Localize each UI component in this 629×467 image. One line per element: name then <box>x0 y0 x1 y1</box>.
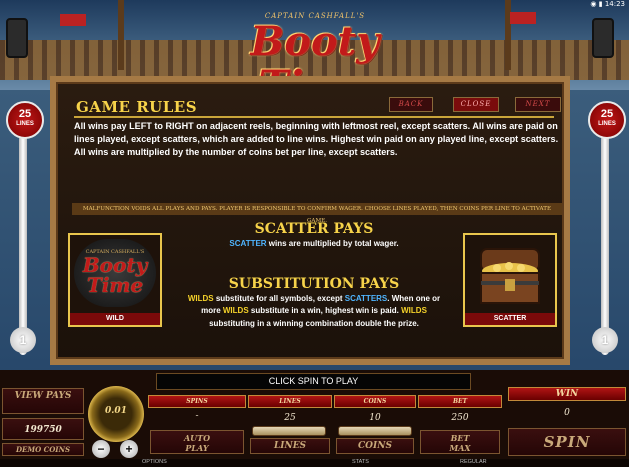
spins-value: - <box>195 411 199 421</box>
subst-text-3: substitute in a win, highest win is paid… <box>248 306 402 316</box>
wild-symbol-label: WILD <box>70 313 160 325</box>
bet-max-button[interactable]: BET MAX <box>420 430 500 454</box>
left-line-track <box>19 135 27 355</box>
left-mast <box>118 0 124 70</box>
footer-bar: OPTIONS STATS REGULAR <box>0 459 629 467</box>
scatter-symbol-card: SCATTER <box>463 233 557 327</box>
coins-slider[interactable] <box>338 426 412 436</box>
wilds-keyword-3: WILDS <box>401 306 427 316</box>
subst-text-4: substituting in a winning combination do… <box>209 318 419 328</box>
right-lantern <box>592 18 614 58</box>
demo-coins-label: DEMO COINS <box>2 443 84 456</box>
left-flag <box>60 14 86 26</box>
close-button[interactable]: CLOSE <box>453 97 499 112</box>
right-lines-count: 25 <box>600 108 614 120</box>
status-bar: ◉ ▮ 14:23 <box>590 0 625 8</box>
message-display: CLICK SPIN TO PLAY <box>156 373 471 390</box>
regular-link[interactable]: REGULAR <box>460 459 487 465</box>
wild-art-title: Booty Time <box>82 253 148 297</box>
coins-button[interactable]: COINS <box>336 438 414 454</box>
substitution-pays-text: WILDS substitute for all symbols, except… <box>184 293 444 330</box>
game-logo: CAPTAIN CASHFALL'S Booty Time <box>210 12 420 108</box>
options-link[interactable]: OPTIONS <box>142 459 167 465</box>
scatter-pays-heading: SCATTER PAYS <box>254 221 374 237</box>
coin-size-value: 0.01 <box>105 406 127 416</box>
wild-symbol-art: CAPTAIN CASHFALL'S Booty Time <box>74 239 156 307</box>
left-lantern <box>6 18 28 58</box>
scatter-pays-text: SCATTER wins are multiplied by total wag… <box>184 238 444 250</box>
status-icons: ◉ ▮ <box>590 0 605 8</box>
scatter-desc: wins are multiplied by total wager. <box>266 239 399 248</box>
next-button[interactable]: NEXT <box>515 97 561 112</box>
lines-button[interactable]: LINES <box>250 438 330 454</box>
scatter-keyword: SCATTER <box>229 239 267 248</box>
right-lines-badge[interactable]: 25 LINES <box>588 101 626 139</box>
panel-title: GAME RULES <box>76 98 198 116</box>
treasure-chest-icon <box>480 248 540 304</box>
wilds-keyword: WILDS <box>187 294 214 303</box>
wild-symbol-card: CAPTAIN CASHFALL'S Booty Time WILD <box>68 233 162 327</box>
rules-paragraph: All wins pay LEFT to RIGHT on adjacent r… <box>74 121 559 157</box>
status-time: 14:23 <box>604 0 625 8</box>
right-lines-word: LINES <box>598 121 616 127</box>
right-mast <box>505 0 511 70</box>
scatters-keyword: SCATTERS <box>344 294 388 303</box>
bet-label: BET <box>418 395 502 408</box>
coin-minus-button[interactable]: − <box>92 440 110 458</box>
lines-value: 25 <box>284 413 296 423</box>
balance-display: 199750 <box>2 418 84 440</box>
malfunction-notice: MALFUNCTION VOIDS ALL PLAYS AND PAYS. PL… <box>72 203 562 224</box>
left-lines-word: LINES <box>16 121 34 127</box>
right-flag <box>510 12 536 24</box>
lines-slider[interactable] <box>252 426 326 436</box>
wilds-keyword-2: WILDS <box>222 306 249 316</box>
spins-label: SPINS <box>148 395 246 408</box>
right-line-1-badge[interactable]: 1 <box>592 327 618 353</box>
left-lines-badge[interactable]: 25 LINES <box>6 101 44 139</box>
right-lines-indicator: 25 LINES 1 <box>588 95 626 365</box>
substitution-pays-heading: SUBSTITUTION PAYS <box>228 276 400 292</box>
game-rules-panel: GAME RULES BACK CLOSE NEXT All wins pay … <box>50 76 570 365</box>
coin-size-dial[interactable]: 0.01 <box>88 386 144 442</box>
subst-text-1: substitute for all symbols, except <box>213 294 345 303</box>
win-value: 0 <box>564 408 570 418</box>
auto-play-button[interactable]: AUTO PLAY <box>150 430 244 454</box>
coins-value: 10 <box>369 413 381 423</box>
lines-label: LINES <box>248 395 332 408</box>
title-divider <box>74 116 554 118</box>
back-button[interactable]: BACK <box>389 97 433 112</box>
left-lines-indicator: 25 LINES 1 <box>6 95 44 365</box>
spin-button[interactable]: SPIN <box>508 428 626 456</box>
left-lines-count: 25 <box>18 108 32 120</box>
scatter-symbol-label: SCATTER <box>465 313 555 325</box>
stats-link[interactable]: STATS <box>352 459 369 465</box>
left-line-1-badge[interactable]: 1 <box>10 327 36 353</box>
view-pays-button[interactable]: VIEW PAYS <box>2 388 84 414</box>
win-label: WIN <box>508 387 626 401</box>
right-line-track <box>601 135 609 355</box>
coin-plus-button[interactable]: + <box>120 440 138 458</box>
coins-label: COINS <box>334 395 416 408</box>
bet-value: 250 <box>451 413 469 423</box>
